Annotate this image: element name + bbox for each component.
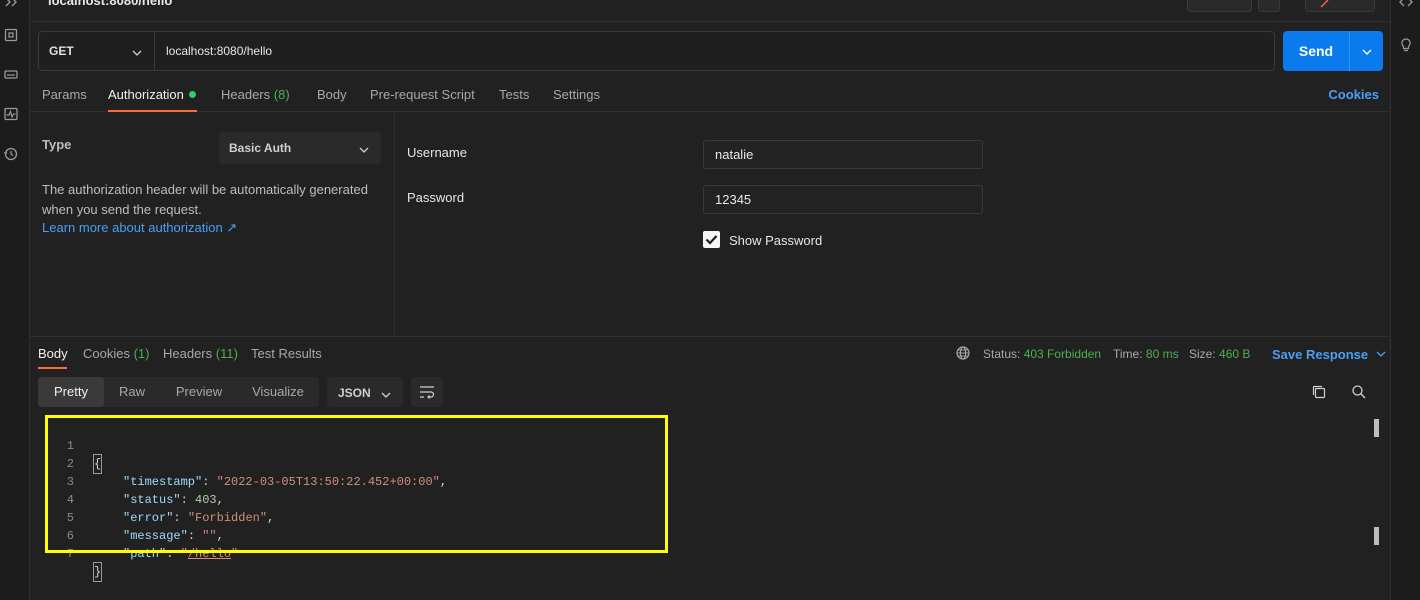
view-preview-button[interactable]: Preview [164,377,234,407]
json-close-brace: } [92,562,103,582]
resp-tab-cookies-label: Cookies [83,346,130,361]
active-indicator-dot [188,91,196,98]
save-button[interactable] [1187,0,1252,12]
lightbulb-icon[interactable] [1398,37,1414,53]
show-password-label[interactable]: Show Password [729,233,822,248]
tab-headers-label: Headers [221,87,271,102]
format-value: JSON [338,386,371,400]
size-label: Size: [1189,347,1216,361]
request-tabs: Params Authorization Headers (8) Body Pr… [30,82,1390,112]
auth-type-panel: Type Basic Auth The authorization header… [30,113,395,336]
checkmark-icon [705,235,718,245]
request-title[interactable]: localhost:8080/hello [48,0,172,8]
code-line: 7 } [0,527,103,582]
format-select[interactable]: JSON [327,377,403,407]
environments-icon[interactable] [3,66,19,82]
password-input[interactable] [703,185,983,214]
code-line: 5 "message": "", [0,491,224,543]
code-line: 4 "error": "Forbidden", [0,473,274,525]
resp-tab-test-results[interactable]: Test Results [251,346,322,361]
view-raw-button[interactable]: Raw [108,377,156,407]
resp-tab-cookies[interactable]: Cookies (1) [83,346,149,361]
status-value: 403 Forbidden [1023,347,1102,361]
edit-icon [1320,0,1330,8]
scrollbar-marker[interactable] [1374,527,1379,545]
highlight-box [45,415,668,553]
tab-headers-count: (8) [273,87,290,102]
view-pretty-button[interactable]: Pretty [38,377,104,407]
status-label: Status: [983,347,1021,361]
auth-description: The authorization header will be automat… [42,182,368,217]
tab-settings[interactable]: Settings [553,87,600,102]
chevron-down-icon [132,46,142,60]
chevron-down-icon [1376,346,1386,361]
request-title-bar: localhost:8080/hello [30,0,1390,22]
method-select[interactable]: GET [39,32,155,70]
chevron-down-icon [381,388,391,402]
request-url-bar: GET [38,31,1275,71]
time-value: 80 ms [1145,347,1179,361]
response-time[interactable]: Time: 80 ms [1113,347,1179,361]
wrap-lines-button[interactable] [411,377,443,407]
chevron-down-icon [359,143,369,157]
tab-headers[interactable]: Headers (8) [221,87,290,102]
cookies-link[interactable]: Cookies [1328,87,1379,102]
save-dropdown-button[interactable] [1258,0,1280,12]
tab-authorization[interactable]: Authorization [108,87,196,102]
auth-credentials-panel: Username Password Show Password [396,113,1390,336]
method-label: GET [49,44,74,58]
wrap-lines-icon [419,384,435,403]
resp-tab-headers-label: Headers [163,346,213,361]
code-line: 2 "timestamp": "2022-03-05T13:50:22.452+… [0,437,447,489]
resp-tab-body[interactable]: Body [38,346,68,361]
view-mode-toggle[interactable] [1305,0,1375,12]
code-line: 1 { [0,419,103,474]
response-status[interactable]: Status: 403 Forbidden [983,347,1101,361]
time-label: Time: [1113,347,1143,361]
send-label: Send [1283,31,1350,71]
resp-tab-headers-count: (11) [215,346,238,361]
tab-authorization-label: Authorization [108,87,184,102]
copy-icon[interactable] [1311,384,1327,400]
resp-tab-headers[interactable]: Headers (11) [163,346,238,361]
save-response-button[interactable]: Save Response [1272,346,1386,362]
chevron-down-icon [1362,44,1372,59]
active-tab-underline [108,110,197,112]
auth-type-select[interactable]: Basic Auth [219,132,381,164]
code-line: 3 "status": 403, [0,455,224,507]
type-label: Type [42,137,72,152]
view-visualize-button[interactable]: Visualize [242,377,314,407]
collapse-icon[interactable] [3,0,19,10]
tab-tests[interactable]: Tests [499,87,529,102]
send-options-button[interactable] [1350,31,1383,71]
auth-type-value: Basic Auth [229,141,292,155]
resp-tab-cookies-count: (1) [133,346,150,361]
tab-params[interactable]: Params [42,87,87,102]
size-value: 460 B [1219,347,1251,361]
scrollbar-thumb[interactable] [1374,419,1379,437]
globe-icon[interactable] [955,345,971,361]
collections-icon[interactable] [3,27,19,43]
show-password-checkbox[interactable] [703,231,720,248]
username-label: Username [407,145,467,160]
code-icon[interactable] [1398,0,1414,10]
url-input[interactable] [155,32,1274,70]
history-icon[interactable] [3,146,19,162]
right-sidebar [1390,0,1420,600]
active-tab-underline [38,367,67,369]
save-response-label: Save Response [1272,347,1369,362]
response-size[interactable]: Size: 460 B [1189,347,1250,361]
send-button[interactable]: Send [1283,31,1383,71]
tab-prerequest-script[interactable]: Pre-request Script [370,87,475,102]
tab-body[interactable]: Body [317,87,347,102]
code-line: 6 "path": "/hello" [0,509,238,561]
password-label: Password [407,190,465,205]
view-mode-group: Pretty Raw Preview Visualize [38,377,319,407]
response-tabs: Body Cookies (1) Headers (11) Test Resul… [30,337,1390,369]
username-input[interactable] [703,140,983,169]
monitors-icon[interactable] [3,106,19,122]
search-icon[interactable] [1351,384,1367,400]
learn-more-link[interactable]: Learn more about authorization ↗ [42,220,237,236]
